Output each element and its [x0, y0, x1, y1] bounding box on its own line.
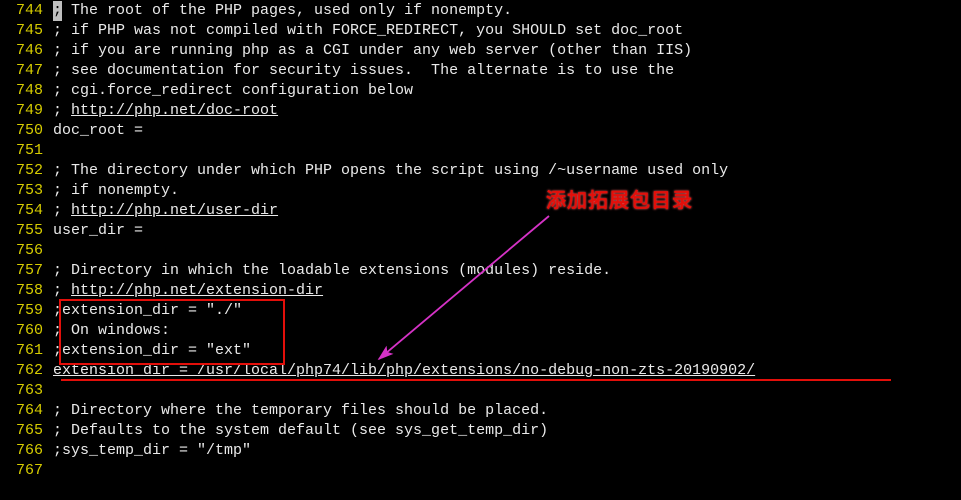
code-line[interactable]: 759;extension_dir = "./"	[1, 301, 960, 321]
line-content: ; if nonempty.	[53, 181, 179, 201]
comment-text: ; cgi.force_redirect configuration below	[53, 82, 413, 99]
plain-text: doc_root =	[53, 122, 143, 139]
line-content: ; Defaults to the system default (see sy…	[53, 421, 548, 441]
code-line[interactable]: 752; The directory under which PHP opens…	[1, 161, 960, 181]
code-line[interactable]: 747; see documentation for security issu…	[1, 61, 960, 81]
line-number: 745	[1, 21, 53, 41]
line-number: 765	[1, 421, 53, 441]
comment-text: ;	[53, 282, 71, 299]
comment-text: ; if you are running php as a CGI under …	[53, 42, 692, 59]
highlighted-config-line: extension_dir = /usr/local/php74/lib/php…	[53, 362, 755, 379]
line-number: 760	[1, 321, 53, 341]
code-line[interactable]: 764; Directory where the temporary files…	[1, 401, 960, 421]
line-content: ;sys_temp_dir = "/tmp"	[53, 441, 251, 461]
comment-text: ; if nonempty.	[53, 182, 179, 199]
line-number: 755	[1, 221, 53, 241]
line-number: 758	[1, 281, 53, 301]
comment-text: ;	[53, 202, 71, 219]
line-content: ; On windows:	[53, 321, 170, 341]
line-number: 762	[1, 361, 53, 381]
code-line[interactable]: 756	[1, 241, 960, 261]
url-text: http://php.net/user-dir	[71, 202, 278, 219]
line-content: user_dir =	[53, 221, 143, 241]
line-content: extension_dir = /usr/local/php74/lib/php…	[53, 361, 755, 381]
url-text: http://php.net/doc-root	[71, 102, 278, 119]
text-cursor: ;	[53, 1, 62, 21]
comment-text: ; The directory under which PHP opens th…	[53, 162, 728, 179]
code-line[interactable]: 762extension_dir = /usr/local/php74/lib/…	[1, 361, 960, 381]
code-line[interactable]: 757; Directory in which the loadable ext…	[1, 261, 960, 281]
comment-text: ; Directory where the temporary files sh…	[53, 402, 548, 419]
code-line[interactable]: 748; cgi.force_redirect configuration be…	[1, 81, 960, 101]
line-content: ; The directory under which PHP opens th…	[53, 161, 728, 181]
line-number: 761	[1, 341, 53, 361]
comment-text: ; see documentation for security issues.…	[53, 62, 674, 79]
code-line[interactable]: 746; if you are running php as a CGI und…	[1, 41, 960, 61]
line-number: 766	[1, 441, 53, 461]
line-content: doc_root =	[53, 121, 143, 141]
line-number: 749	[1, 101, 53, 121]
line-number: 751	[1, 141, 53, 161]
line-number: 748	[1, 81, 53, 101]
comment-text: ; On windows:	[53, 322, 170, 339]
line-content: ; The root of the PHP pages, used only i…	[53, 1, 512, 21]
line-content: ; if you are running php as a CGI under …	[53, 41, 692, 61]
line-number: 752	[1, 161, 53, 181]
code-line[interactable]: 745; if PHP was not compiled with FORCE_…	[1, 21, 960, 41]
comment-text: ;	[53, 102, 71, 119]
line-number: 763	[1, 381, 53, 401]
comment-text: ; if PHP was not compiled with FORCE_RED…	[53, 22, 683, 39]
code-line[interactable]: 744; The root of the PHP pages, used onl…	[1, 1, 960, 21]
code-line[interactable]: 753; if nonempty.	[1, 181, 960, 201]
line-number: 756	[1, 241, 53, 261]
comment-text: ; Defaults to the system default (see sy…	[53, 422, 548, 439]
code-line[interactable]: 766;sys_temp_dir = "/tmp"	[1, 441, 960, 461]
code-line[interactable]: 765; Defaults to the system default (see…	[1, 421, 960, 441]
line-content: ;extension_dir = "ext"	[53, 341, 251, 361]
code-editor[interactable]: 744; The root of the PHP pages, used onl…	[0, 0, 961, 500]
line-number: 757	[1, 261, 53, 281]
line-number: 759	[1, 301, 53, 321]
code-line[interactable]: 767	[1, 461, 960, 481]
line-content: ; cgi.force_redirect configuration below	[53, 81, 413, 101]
line-number: 767	[1, 461, 53, 481]
line-number: 753	[1, 181, 53, 201]
code-line[interactable]: 749; http://php.net/doc-root	[1, 101, 960, 121]
comment-text: ;sys_temp_dir = "/tmp"	[53, 442, 251, 459]
plain-text: user_dir =	[53, 222, 143, 239]
line-content: ; http://php.net/user-dir	[53, 201, 278, 221]
code-line[interactable]: 760; On windows:	[1, 321, 960, 341]
code-line[interactable]: 761;extension_dir = "ext"	[1, 341, 960, 361]
line-number: 754	[1, 201, 53, 221]
line-number: 747	[1, 61, 53, 81]
code-line[interactable]: 755user_dir =	[1, 221, 960, 241]
url-text: http://php.net/extension-dir	[71, 282, 323, 299]
line-number: 746	[1, 41, 53, 61]
code-line[interactable]: 758; http://php.net/extension-dir	[1, 281, 960, 301]
code-line[interactable]: 751	[1, 141, 960, 161]
line-content: ; http://php.net/doc-root	[53, 101, 278, 121]
code-line[interactable]: 750doc_root =	[1, 121, 960, 141]
line-content: ; Directory in which the loadable extens…	[53, 261, 611, 281]
comment-text: ; Directory in which the loadable extens…	[53, 262, 611, 279]
line-content: ; if PHP was not compiled with FORCE_RED…	[53, 21, 683, 41]
line-content: ; Directory where the temporary files sh…	[53, 401, 548, 421]
code-lines: 744; The root of the PHP pages, used onl…	[1, 1, 960, 481]
comment-text: ;extension_dir = "ext"	[53, 342, 251, 359]
line-number: 764	[1, 401, 53, 421]
line-content: ; http://php.net/extension-dir	[53, 281, 323, 301]
comment-text: ;extension_dir = "./"	[53, 302, 242, 319]
line-number: 744	[1, 1, 53, 21]
code-line[interactable]: 754; http://php.net/user-dir	[1, 201, 960, 221]
line-content: ; see documentation for security issues.…	[53, 61, 674, 81]
line-content: ;extension_dir = "./"	[53, 301, 242, 321]
code-line[interactable]: 763	[1, 381, 960, 401]
comment-text: The root of the PHP pages, used only if …	[62, 2, 512, 19]
line-number: 750	[1, 121, 53, 141]
